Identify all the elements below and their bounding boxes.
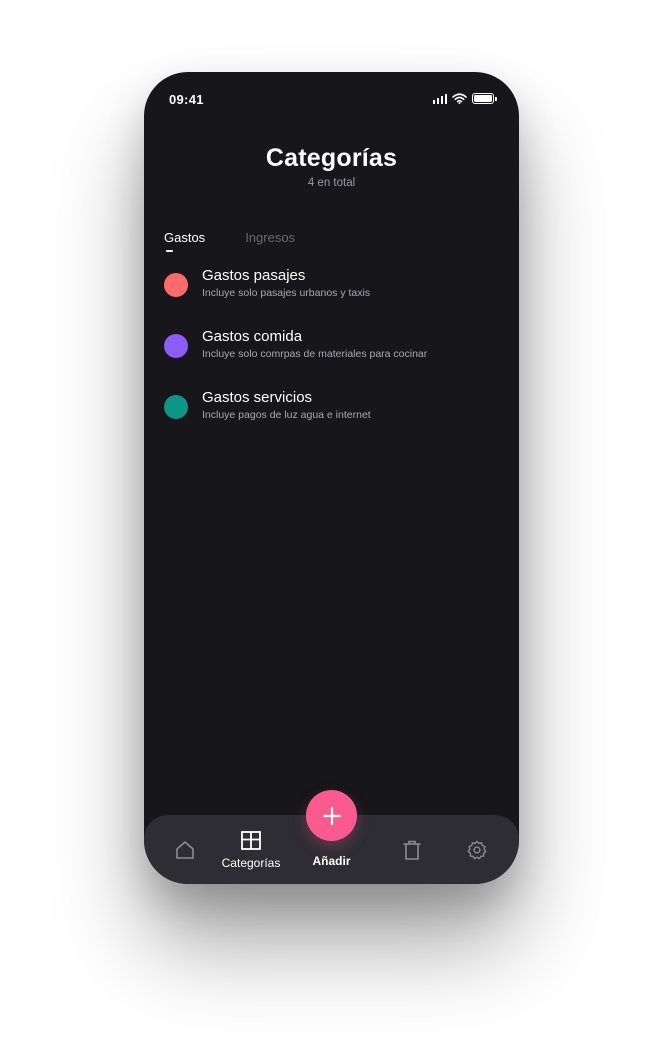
category-tabs: Gastos Ingresos	[164, 230, 295, 252]
category-color-dot	[164, 395, 188, 419]
home-icon	[176, 841, 194, 859]
add-button[interactable]	[306, 790, 357, 841]
gear-icon	[467, 840, 487, 860]
status-time: 09:41	[169, 92, 204, 107]
category-title: Gastos servicios	[202, 389, 313, 406]
tab-ingresos[interactable]: Ingresos	[245, 230, 295, 245]
nav-categories-label: Categorías	[221, 856, 281, 870]
category-description: Incluye solo pasajes urbanos y taxis	[202, 287, 371, 299]
category-item-pasajes[interactable]: Gastos pasajes Incluye solo pasajes urba…	[164, 267, 499, 328]
phone-screen: 09:41 Categorías 4 en total Gastos Ingre…	[144, 72, 519, 884]
tab-active-indicator	[166, 250, 173, 252]
category-color-dot	[164, 334, 188, 358]
nav-trash[interactable]	[401, 839, 423, 866]
category-description: Incluye pagos de luz agua e internet	[202, 409, 371, 421]
category-item-comida[interactable]: Gastos comida Incluye solo comrpas de ma…	[164, 328, 499, 389]
page-subtitle: 4 en total	[307, 177, 356, 189]
signal-icon	[432, 93, 447, 104]
nav-home[interactable]	[174, 839, 196, 866]
page-title: Categorías	[265, 144, 398, 172]
category-title: Gastos pasajes	[202, 267, 306, 284]
battery-icon	[472, 93, 497, 104]
nav-settings[interactable]	[466, 839, 488, 866]
category-description: Incluye solo comrpas de materiales para …	[202, 348, 428, 360]
category-list: Gastos pasajes Incluye solo pasajes urba…	[164, 267, 499, 450]
page-header: Categorías 4 en total	[144, 144, 519, 189]
tab-label: Gastos	[164, 230, 206, 245]
tab-label: Ingresos	[245, 230, 296, 245]
nav-add-label: Añadir	[312, 854, 351, 868]
wifi-icon	[452, 93, 467, 104]
grid-icon	[241, 831, 261, 850]
status-bar: 09:41	[144, 72, 519, 124]
plus-icon	[322, 806, 341, 825]
nav-categories[interactable]: Categorías	[221, 831, 281, 870]
category-item-servicios[interactable]: Gastos servicios Incluye pagos de luz ag…	[164, 389, 499, 450]
tab-gastos[interactable]: Gastos	[164, 230, 206, 252]
category-title: Gastos comida	[202, 328, 303, 345]
nav-add-label-wrap: Añadir	[306, 852, 357, 870]
status-icons	[432, 93, 497, 104]
trash-icon	[403, 840, 421, 860]
category-color-dot	[164, 273, 188, 297]
